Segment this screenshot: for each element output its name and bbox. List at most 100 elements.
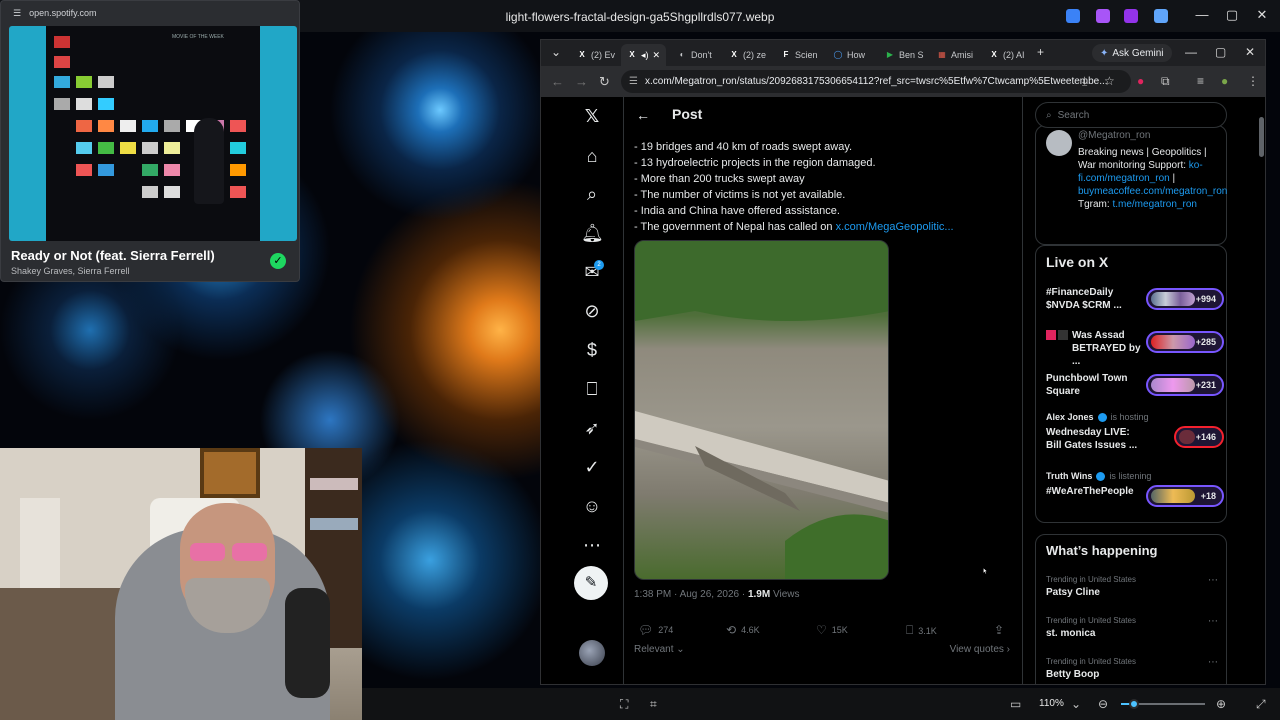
fullscreen-icon[interactable]: ⤢: [1256, 697, 1266, 712]
like-button[interactable]: ♡ 15K: [816, 623, 848, 637]
post-line: - The number of victims is not yet avail…: [634, 189, 846, 201]
sort-replies-dropdown[interactable]: Relevant ⌄: [634, 644, 685, 655]
crop-icon[interactable]: ⌗: [650, 697, 657, 712]
live-space[interactable]: #FinanceDaily $NVDA $CRM ... +994: [1046, 286, 1224, 312]
author-avatar[interactable]: [1046, 130, 1072, 156]
reply-button[interactable]: 💬︎ 274: [638, 623, 673, 637]
install-app-icon[interactable]: ⤓: [1082, 74, 1087, 89]
bio-link[interactable]: buymeacoffee.com/megatron_ron: [1078, 186, 1227, 197]
minimize-button[interactable]: —: [1192, 7, 1212, 25]
page-scrollbar[interactable]: [1257, 107, 1265, 677]
tray-app-icon[interactable]: [1096, 9, 1110, 23]
x-logo-icon[interactable]: 𝕏: [581, 105, 603, 127]
zoom-slider[interactable]: [1121, 699, 1205, 709]
audio-playing-icon[interactable]: ◂): [641, 50, 649, 61]
repost-button[interactable]: ⟲ 4.6K: [726, 623, 760, 637]
address-bar[interactable]: ☰ x.com/Megatron_ron/status/209268317530…: [621, 70, 1131, 93]
forward-arrow-icon[interactable]: →: [575, 74, 588, 89]
browser-tab-active[interactable]: X ◂) ✕: [621, 44, 666, 66]
browser-maximize-button[interactable]: ▢: [1215, 45, 1226, 59]
adblock-extension-icon[interactable]: ●: [1137, 74, 1144, 88]
back-arrow-icon[interactable]: ←: [551, 74, 564, 89]
spotify-mini-player[interactable]: ☰ open.spotify.com MOVIE OF THE WEEK Rea…: [0, 0, 300, 282]
browser-tab[interactable]: F Scien: [775, 44, 825, 66]
live-space[interactable]: Punchbowl Town Square +231: [1046, 372, 1224, 398]
back-arrow-icon[interactable]: ←: [636, 107, 650, 123]
site-info-icon[interactable]: ☰: [629, 76, 638, 87]
post-image[interactable]: [634, 240, 889, 580]
premium-icon[interactable]: $: [581, 339, 603, 361]
extensions-puzzle-icon[interactable]: ⧉: [1161, 74, 1170, 89]
browser-tab[interactable]: ◐ Don't: [671, 44, 719, 66]
communities-rocket-icon[interactable]: ➶: [581, 417, 603, 439]
view-quotes-link[interactable]: View quotes ›: [950, 644, 1010, 655]
bookmark-star-icon[interactable]: ☆: [1104, 74, 1115, 88]
maximize-button[interactable]: ▢: [1222, 7, 1242, 25]
browser-tab[interactable]: X (2) Ev: [571, 44, 621, 66]
more-icon[interactable]: ⋯: [581, 534, 603, 556]
x-logo-icon: X: [991, 50, 997, 59]
browser-close-button[interactable]: ✕: [1245, 45, 1255, 59]
close-tab-icon[interactable]: ✕: [653, 50, 661, 61]
browser-tab[interactable]: X (2) ze: [723, 44, 771, 66]
tab-list-chevron-icon[interactable]: ⌄: [551, 45, 561, 59]
tray-app-icon[interactable]: [1154, 9, 1168, 23]
browser-tab[interactable]: ▶ Ben S: [879, 44, 927, 66]
actual-size-icon[interactable]: ▭: [1010, 697, 1021, 711]
bookmark-button[interactable]: ⎕ 3.1K: [906, 623, 937, 638]
zoom-out-icon[interactable]: ⊖: [1098, 697, 1108, 711]
browser-tab[interactable]: X (2) AI: [983, 44, 1033, 66]
account-avatar[interactable]: [579, 640, 605, 666]
more-options-icon[interactable]: ⋯: [1208, 616, 1218, 627]
live-space[interactable]: Alex Jones is hosting Wednesday LIVE: Bil…: [1046, 412, 1224, 452]
bio-link[interactable]: t.me/megatron_ron: [1112, 199, 1197, 210]
search-input[interactable]: ⌕ Search: [1035, 102, 1227, 128]
grok-icon[interactable]: ⊘: [581, 300, 603, 322]
trend-item[interactable]: Trending in United States st. monica ⋯: [1046, 616, 1224, 639]
reading-list-icon[interactable]: ≡: [1197, 74, 1204, 88]
more-options-icon[interactable]: ⋯: [1208, 657, 1218, 668]
verified-badge-icon: [1096, 471, 1106, 481]
browser-minimize-button[interactable]: —: [1185, 45, 1197, 59]
new-tab-button[interactable]: +: [1037, 45, 1044, 59]
live-space[interactable]: Truth Wins is listening #WeAreThePeople +…: [1046, 471, 1224, 507]
close-button[interactable]: ✕: [1252, 7, 1272, 25]
author-handle[interactable]: @Megatron_ron: [1078, 130, 1150, 141]
trend-item[interactable]: Trending in United States Betty Boop ⋯: [1046, 657, 1224, 680]
reload-icon[interactable]: ↻: [599, 74, 610, 90]
track-artists[interactable]: Shakey Graves, Sierra Ferrell: [11, 266, 130, 276]
zoom-in-icon[interactable]: ⊕: [1216, 697, 1226, 711]
profile-icon[interactable]: ☺: [581, 495, 603, 517]
browser-tab[interactable]: ◯ How: [827, 44, 875, 66]
live-space[interactable]: Was Assad BETRAYED by ... +285: [1046, 329, 1224, 368]
post-link[interactable]: x.com/MegaGeopolitic...: [836, 221, 954, 233]
tray-app-icon[interactable]: [1066, 9, 1080, 23]
album-art-caption: MOVIE OF THE WEEK: [172, 34, 224, 40]
site-settings-icon[interactable]: ☰: [13, 8, 21, 19]
compose-post-button[interactable]: ✎: [574, 566, 608, 600]
address-url[interactable]: x.com/Megatron_ron/status/20926831753066…: [645, 76, 1108, 87]
gemini-sparkle-icon: ✦: [1100, 47, 1109, 59]
zoom-slider-knob[interactable]: [1128, 699, 1139, 709]
notifications-bell-icon[interactable]: 🔔︎: [581, 222, 604, 244]
browser-tab[interactable]: ▦ Amisi: [931, 44, 979, 66]
home-icon[interactable]: ⌂: [581, 145, 603, 167]
share-button[interactable]: ⇪: [994, 623, 1004, 637]
profile-avatar-icon[interactable]: ●: [1221, 74, 1228, 88]
zoom-dropdown-icon[interactable]: ⌄: [1071, 697, 1081, 711]
verified-orgs-icon[interactable]: ✓: [581, 456, 603, 478]
more-options-icon[interactable]: ⋯: [1208, 575, 1218, 586]
tray-app-icon[interactable]: [1124, 9, 1138, 23]
track-title[interactable]: Ready or Not (feat. Sierra Ferrell): [11, 248, 215, 263]
explore-search-icon[interactable]: ⌕: [581, 183, 603, 205]
zoom-level[interactable]: 110%: [1039, 698, 1064, 709]
scrollbar-thumb[interactable]: [1259, 117, 1264, 157]
ask-gemini-button[interactable]: ✦ Ask Gemini: [1092, 44, 1172, 62]
bookmarks-icon[interactable]: ⎕: [581, 378, 603, 400]
trend-item[interactable]: Trending in United States Patsy Cline ⋯: [1046, 575, 1224, 598]
x-left-nav: 𝕏 ⌂ ⌕ 🔔︎ ✉ 2 ⊘ $ ⎕ ➶ ✓ ☺ ⋯ ✎: [541, 97, 623, 684]
browser-menu-icon[interactable]: ⋮: [1247, 74, 1259, 88]
fit-to-window-icon[interactable]: ⛶: [620, 697, 628, 712]
saved-check-icon[interactable]: ✓: [270, 253, 286, 269]
flag-icon: [1046, 330, 1056, 340]
